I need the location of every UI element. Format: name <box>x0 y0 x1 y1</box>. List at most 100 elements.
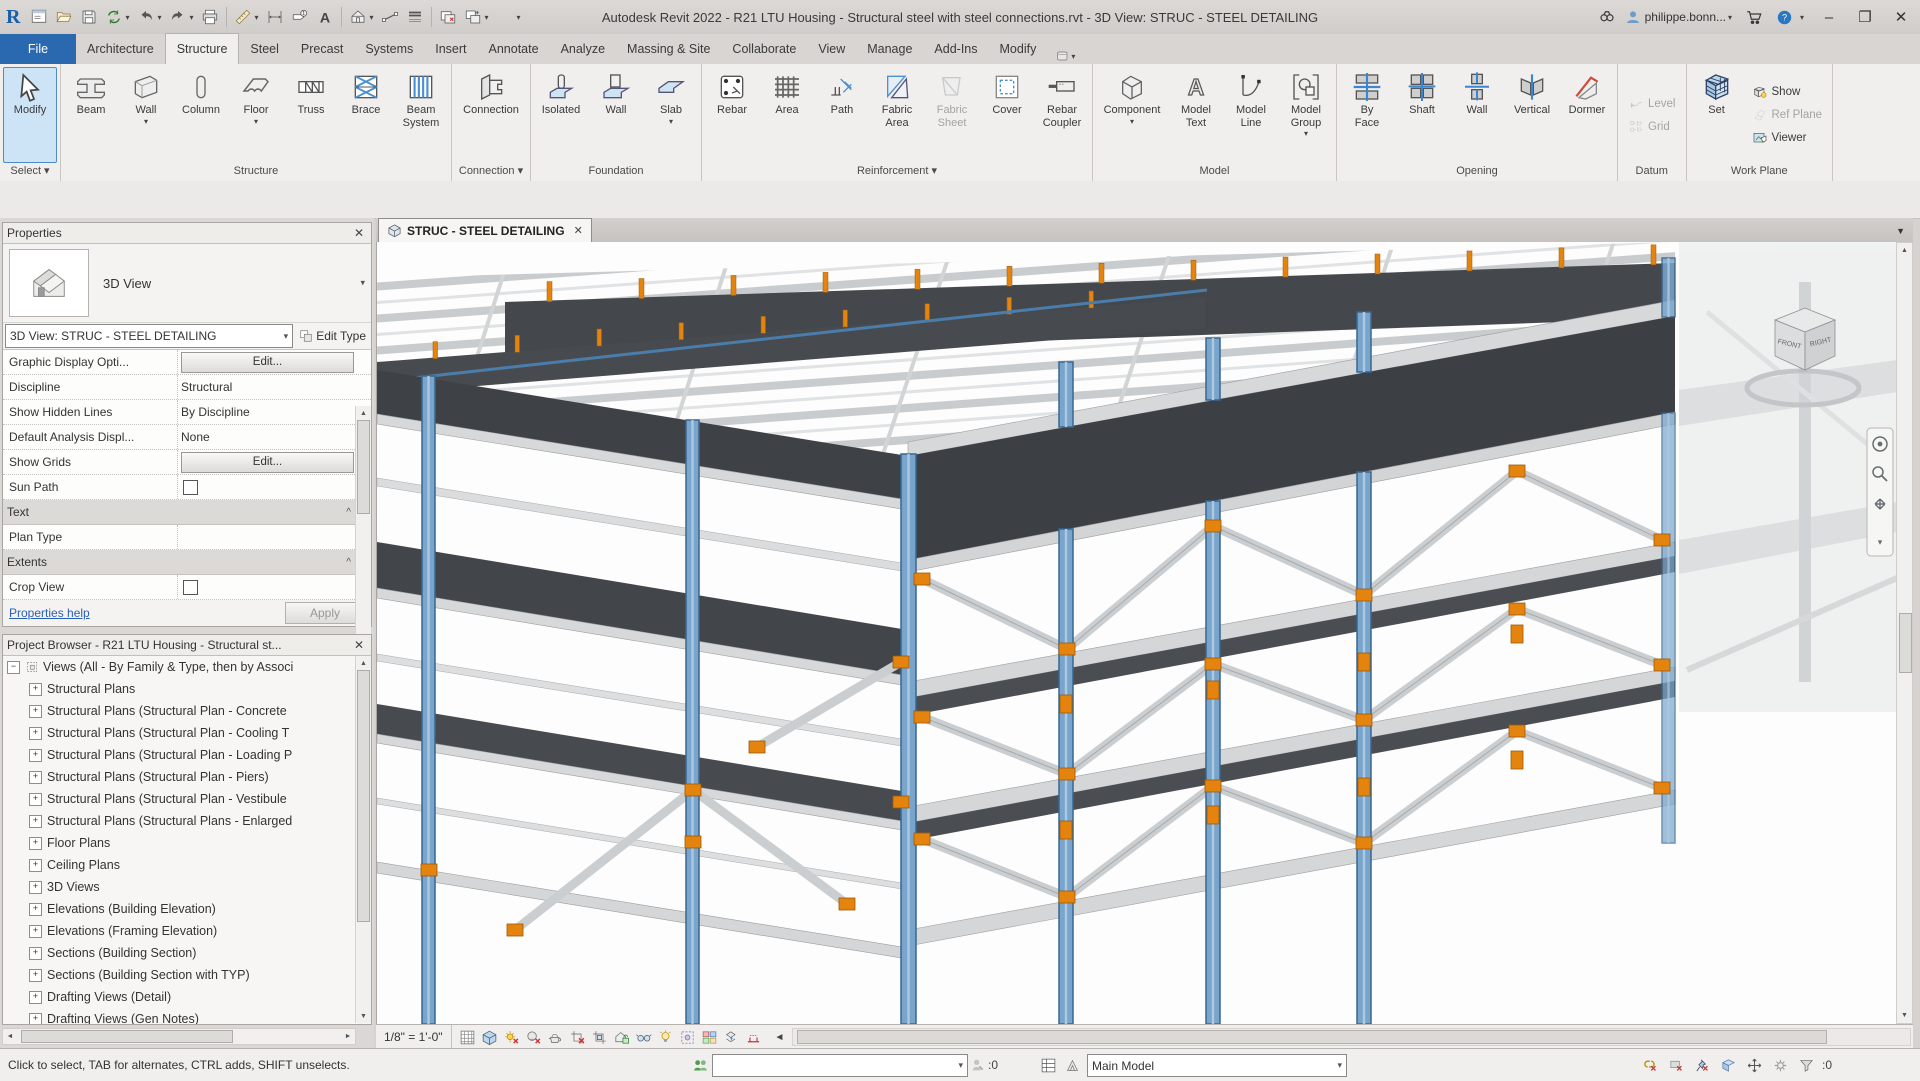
scroll-down-icon[interactable]: ▼ <box>360 1009 367 1023</box>
dormer-button[interactable]: Dormer <box>1560 67 1614 163</box>
scroll-up-icon[interactable]: ▲ <box>360 656 367 670</box>
tree-root-views[interactable]: −Views (All - By Family & Type, then by … <box>3 656 371 678</box>
rebar-coupler-button[interactable]: Rebar Coupler <box>1035 67 1089 163</box>
expand-box-icon[interactable]: + <box>29 727 42 740</box>
signed-in-user[interactable]: philippe.bonn...▾ <box>1625 9 1736 25</box>
truss-button[interactable]: Truss <box>284 67 338 163</box>
type-preview[interactable] <box>9 249 89 317</box>
properties-window-icon[interactable] <box>27 5 51 29</box>
project-browser-close-icon[interactable]: ✕ <box>351 638 367 652</box>
customize-quick-access-icon[interactable] <box>493 5 517 29</box>
selection-filter-icon[interactable] <box>1796 1055 1816 1075</box>
editable-only-icon[interactable] <box>968 1055 988 1075</box>
tab-insert[interactable]: Insert <box>424 34 477 64</box>
property-value[interactable]: By Discipline <box>181 405 250 419</box>
dropdown-arrow-icon[interactable]: ▾ <box>669 118 673 126</box>
expand-box-icon[interactable]: + <box>29 991 42 1004</box>
property-value[interactable]: None <box>181 430 210 444</box>
dropdown-arrow-icon[interactable]: ▾ <box>1130 118 1134 126</box>
collapse-box-icon[interactable]: − <box>7 661 20 674</box>
section-icon[interactable] <box>378 5 402 29</box>
navigation-bar[interactable]: ▾ <box>1867 428 1893 556</box>
dropdown-arrow-icon[interactable]: ▾ <box>254 118 258 126</box>
vertical-button[interactable]: Vertical <box>1505 67 1559 163</box>
scroll-left-icon[interactable]: ◄ <box>3 1033 17 1040</box>
model-text-button[interactable]: AModel Text <box>1169 67 1223 163</box>
tab-collaborate[interactable]: Collaborate <box>721 34 807 64</box>
worksharing-display-icon[interactable] <box>700 1028 719 1047</box>
panel-label[interactable]: Reinforcement ▾ <box>702 163 1092 181</box>
expand-box-icon[interactable]: + <box>29 683 42 696</box>
scrollbar-thumb[interactable] <box>1899 613 1912 673</box>
expand-box-icon[interactable]: + <box>29 815 42 828</box>
wall-button[interactable]: Wall▾ <box>119 67 173 163</box>
redo-dropdown-icon[interactable]: ▾ <box>189 13 197 22</box>
design-option-combo[interactable]: Main Model▾ <box>1087 1054 1347 1077</box>
redo-icon[interactable] <box>166 5 190 29</box>
properties-help-link[interactable]: Properties help <box>9 606 90 620</box>
tree-item[interactable]: +Structural Plans (Structural Plan - Ves… <box>3 788 371 810</box>
shadows-off-icon[interactable] <box>524 1028 543 1047</box>
navbar-more-icon[interactable]: ▾ <box>1878 537 1883 547</box>
edit-button[interactable]: Edit... <box>181 452 354 473</box>
undo-icon[interactable] <box>134 5 158 29</box>
view-tab-active[interactable]: STRUC - STEEL DETAILING ✕ <box>378 218 592 242</box>
background-processes-icon[interactable] <box>1770 1055 1790 1075</box>
tree-item[interactable]: +Structural Plans (Structural Plans - En… <box>3 810 371 832</box>
tree-item[interactable]: +Structural Plans <box>3 678 371 700</box>
slab-button[interactable]: Slab▾ <box>644 67 698 163</box>
tab-modify[interactable]: Modify <box>989 34 1048 64</box>
tree-item[interactable]: +Ceiling Plans <box>3 854 371 876</box>
expand-box-icon[interactable]: + <box>29 903 42 916</box>
ribbon-state-dropdown-icon[interactable]: ▾ <box>1071 52 1079 61</box>
panel-label[interactable]: Connection ▾ <box>452 163 530 181</box>
property-value[interactable]: Structural <box>181 380 232 394</box>
beam-system-button[interactable]: Beam System <box>394 67 448 163</box>
measure-dropdown-icon[interactable]: ▾ <box>254 13 262 22</box>
canvas-v-scrollbar[interactable]: ▲ ▼ <box>1896 242 1913 1024</box>
cover-button[interactable]: Cover <box>980 67 1034 163</box>
modify-button[interactable]: Modify <box>3 67 57 163</box>
expand-box-icon[interactable]: + <box>29 705 42 718</box>
tree-item[interactable]: +Drafting Views (Gen Notes) <box>3 1008 371 1024</box>
fabric-area-button[interactable]: Fabric Area <box>870 67 924 163</box>
expand-box-icon[interactable]: + <box>29 969 42 982</box>
design-options-icon[interactable] <box>1038 1055 1058 1075</box>
property-section-extents[interactable]: Extents^ <box>3 550 371 575</box>
type-selector[interactable]: 3D View: STRUC - STEEL DETAILING ▾ <box>5 324 293 348</box>
collapse-icon[interactable]: ^ <box>346 557 351 568</box>
tree-item[interactable]: +Elevations (Building Elevation) <box>3 898 371 920</box>
tab-structure[interactable]: Structure <box>165 33 240 64</box>
sun-path-off-icon[interactable] <box>502 1028 521 1047</box>
open-icon[interactable] <box>52 5 76 29</box>
switch-windows-icon[interactable] <box>461 5 485 29</box>
tab-precast[interactable]: Precast <box>290 34 354 64</box>
component-button[interactable]: Component▾ <box>1096 67 1168 163</box>
view-scale[interactable]: 1/8" = 1'-0" <box>376 1025 452 1049</box>
reveal-hidden-elements-icon[interactable] <box>656 1028 675 1047</box>
expand-box-icon[interactable]: + <box>29 1013 42 1025</box>
expand-box-icon[interactable]: + <box>29 749 42 762</box>
collapse-icon[interactable]: ^ <box>346 507 351 518</box>
set-button[interactable]: Set <box>1690 67 1744 163</box>
by-face-button[interactable]: By Face <box>1340 67 1394 163</box>
close-inactive-views-icon[interactable] <box>436 5 460 29</box>
browser-h-scrollbar[interactable]: ◄ ► <box>2 1028 356 1045</box>
tab-file[interactable]: File <box>0 34 76 64</box>
tree-item[interactable]: +Sections (Building Section) <box>3 942 371 964</box>
default-3d-view-icon[interactable] <box>346 5 370 29</box>
expand-box-icon[interactable]: + <box>29 837 42 850</box>
model-line-button[interactable]: Model Line <box>1224 67 1278 163</box>
tab-annotate[interactable]: Annotate <box>478 34 550 64</box>
3d-view-canvas[interactable]: FRONT RIGHT ▾ <box>377 242 1897 1024</box>
edit-button[interactable]: Edit... <box>181 352 354 373</box>
select-by-face-toggle-icon[interactable] <box>1718 1055 1738 1075</box>
tab-analyze[interactable]: Analyze <box>550 34 616 64</box>
modify-state-icon[interactable] <box>1055 48 1071 64</box>
shaft-button[interactable]: Shaft <box>1395 67 1449 163</box>
workset-combo[interactable]: ▾ <box>712 1054 968 1077</box>
apply-button[interactable]: Apply <box>285 602 365 624</box>
unlocked-3d-view-icon[interactable] <box>612 1028 631 1047</box>
scrollbar-thumb[interactable] <box>357 670 370 922</box>
expand-box-icon[interactable]: + <box>29 925 42 938</box>
